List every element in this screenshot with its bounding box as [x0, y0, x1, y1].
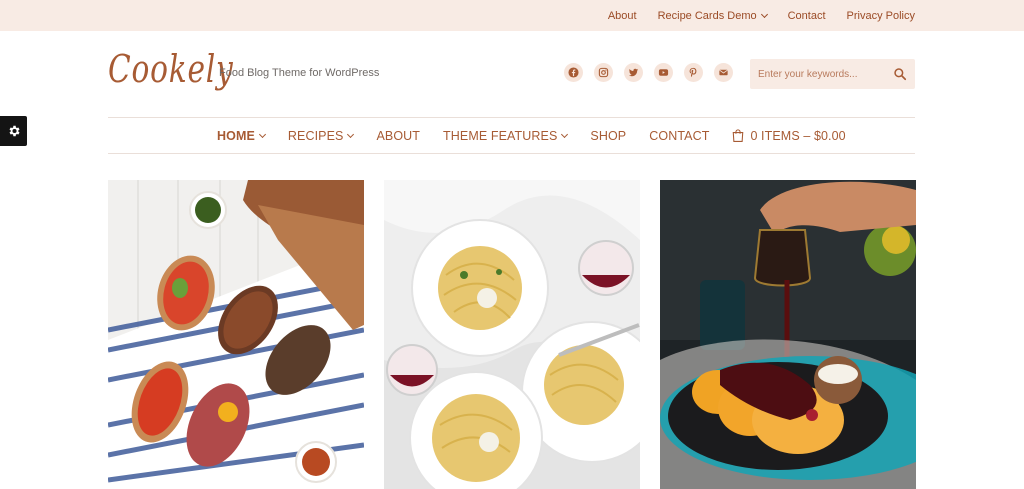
top-navigation: About Recipe Cards Demo Contact Privacy …	[587, 0, 915, 31]
top-link-recipe-cards-demo[interactable]: Recipe Cards Demo	[658, 10, 768, 22]
nav-item-contact[interactable]: CONTACT	[649, 129, 709, 143]
post-card-3[interactable]	[660, 180, 916, 489]
email-icon[interactable]	[714, 63, 733, 82]
settings-panel-toggle[interactable]	[0, 116, 27, 146]
search-icon[interactable]	[893, 67, 907, 81]
chevron-down-icon	[561, 130, 569, 138]
youtube-icon[interactable]	[654, 63, 673, 82]
chevron-down-icon	[347, 130, 355, 138]
cart-link[interactable]: 0 ITEMS – $0.00	[732, 128, 846, 143]
pinterest-icon[interactable]	[684, 63, 703, 82]
nav-item-recipes[interactable]: RECIPES	[288, 129, 355, 143]
shopping-bag-icon	[733, 129, 744, 142]
site-tagline: Food Blog Theme for WordPress	[219, 67, 380, 79]
nav-item-home[interactable]: HOME	[217, 129, 266, 143]
top-bar: About Recipe Cards Demo Contact Privacy …	[0, 0, 1024, 31]
site-logo[interactable]: Cookely	[108, 47, 234, 91]
facebook-icon[interactable]	[564, 63, 583, 82]
instagram-icon[interactable]	[594, 63, 613, 82]
top-link-contact[interactable]: Contact	[788, 10, 826, 22]
nav-item-shop[interactable]: SHOP	[590, 129, 626, 143]
post-card-1[interactable]	[108, 180, 364, 489]
nav-item-theme-features[interactable]: THEME FEATURES	[443, 129, 569, 143]
top-link-about[interactable]: About	[608, 10, 637, 22]
chevron-down-icon	[258, 130, 266, 138]
cart-summary: 0 ITEMS – $0.00	[750, 128, 846, 143]
post-card-2[interactable]	[384, 180, 640, 489]
pasta-plates-photo	[384, 180, 640, 489]
search-box	[750, 59, 915, 89]
twitter-icon[interactable]	[624, 63, 643, 82]
main-navigation: HOME RECIPES ABOUT THEME FEATURES SHOP C…	[108, 117, 915, 154]
top-link-privacy-policy[interactable]: Privacy Policy	[847, 10, 915, 22]
social-links	[564, 63, 733, 82]
pancakes-syrup-photo	[660, 180, 916, 489]
main-menu: HOME RECIPES ABOUT THEME FEATURES SHOP C…	[217, 118, 869, 153]
search-input[interactable]	[750, 59, 880, 89]
chevron-down-icon	[760, 10, 768, 18]
bruschetta-photo	[108, 180, 364, 489]
nav-item-about[interactable]: ABOUT	[376, 129, 420, 143]
gear-icon	[9, 125, 20, 137]
